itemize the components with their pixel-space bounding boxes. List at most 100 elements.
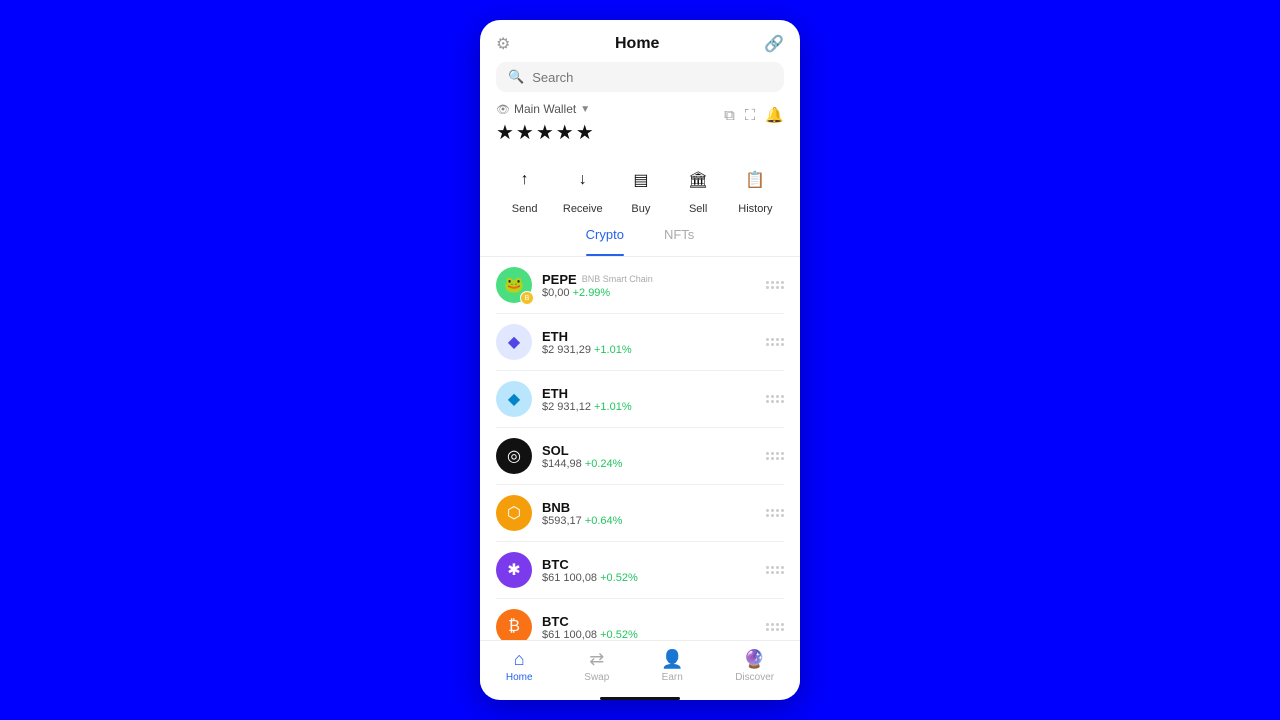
home-icon: ⌂ [514, 649, 525, 670]
dot [766, 343, 769, 346]
history-button[interactable]: 📋 History [736, 161, 774, 215]
crypto-info: BTC $61 100,08 +0.52% [542, 557, 638, 584]
crypto-menu[interactable] [766, 623, 784, 631]
list-item[interactable]: ₿ BTC $61 100,08 +0.52% [496, 599, 784, 640]
crypto-chain: BNB Smart Chain [582, 274, 653, 284]
crypto-change: +0.52% [600, 629, 638, 641]
crypto-price: $0,00 [542, 287, 570, 299]
crypto-symbol-icon: ◆ [508, 332, 520, 352]
dot [766, 514, 769, 517]
dot [776, 566, 779, 569]
dot [766, 286, 769, 289]
nav-earn[interactable]: 👤 Earn [661, 649, 683, 683]
buy-button[interactable]: ▤ Buy [622, 161, 660, 215]
crypto-price: $144,98 [542, 458, 582, 470]
dot [771, 400, 774, 403]
dot [766, 509, 769, 512]
dot [776, 400, 779, 403]
crypto-price-row: $61 100,08 +0.52% [542, 572, 638, 584]
dot [771, 343, 774, 346]
crypto-name-row: PEPE BNB Smart Chain [542, 272, 653, 287]
nav-discover[interactable]: 🔮 Discover [735, 649, 774, 683]
expand-icon[interactable]: ⛶ [745, 107, 756, 124]
crypto-change: +0.52% [600, 572, 638, 584]
search-bar[interactable]: 🔍 [496, 62, 784, 92]
wallet-label[interactable]: 👁 Main Wallet ▼ [496, 102, 596, 116]
history-icon: 📋 [736, 161, 774, 199]
history-label: History [738, 203, 772, 215]
dot [781, 457, 784, 460]
crypto-name-row: SOL [542, 443, 622, 458]
nav-swap-label: Swap [584, 672, 609, 683]
sell-button[interactable]: 🏛 Sell [679, 161, 717, 215]
sell-icon: 🏛 [679, 161, 717, 199]
dots-row-1 [766, 452, 784, 455]
receive-button[interactable]: ↓ Receive [563, 161, 603, 215]
crypto-name: BTC [542, 614, 569, 629]
crypto-price-row: $61 100,08 +0.52% [542, 629, 638, 641]
dot [781, 400, 784, 403]
list-item[interactable]: 🐸 B PEPE BNB Smart Chain $0,00 +2.99% [496, 257, 784, 314]
crypto-left: ◎ SOL $144,98 +0.24% [496, 438, 622, 474]
bell-icon[interactable]: 🔔 [765, 106, 784, 124]
crypto-menu[interactable] [766, 566, 784, 574]
dots-row-2 [766, 514, 784, 517]
dot [781, 338, 784, 341]
dot [771, 566, 774, 569]
list-item[interactable]: ◆ ETH $2 931,12 +1.01% [496, 371, 784, 428]
list-item[interactable]: ◎ SOL $144,98 +0.24% [496, 428, 784, 485]
crypto-menu[interactable] [766, 395, 784, 403]
list-item[interactable]: ✱ BTC $61 100,08 +0.52% [496, 542, 784, 599]
tab-crypto[interactable]: Crypto [586, 227, 624, 248]
crypto-change: +0.24% [585, 458, 623, 470]
nav-home[interactable]: ⌂ Home [506, 649, 533, 683]
crypto-menu[interactable] [766, 281, 784, 289]
dot [771, 395, 774, 398]
dot [771, 338, 774, 341]
dot [766, 623, 769, 626]
crypto-price-row: $0,00 +2.99% [542, 287, 653, 299]
crypto-avatar: ◎ [496, 438, 532, 474]
crypto-price-row: $2 931,12 +1.01% [542, 401, 632, 413]
copy-icon[interactable]: ⧉ [724, 107, 735, 124]
dots-row-2 [766, 286, 784, 289]
crypto-avatar: ₿ [496, 609, 532, 640]
dot [776, 343, 779, 346]
dot [781, 343, 784, 346]
dot [766, 338, 769, 341]
crypto-info: ETH $2 931,12 +1.01% [542, 386, 632, 413]
tab-nfts[interactable]: NFTs [664, 227, 694, 248]
nav-swap[interactable]: ⇄ Swap [584, 649, 609, 683]
home-indicator [600, 697, 680, 700]
crypto-left: ✱ BTC $61 100,08 +0.52% [496, 552, 638, 588]
discover-icon: 🔮 [743, 649, 765, 670]
crypto-left: ◆ ETH $2 931,12 +1.01% [496, 381, 632, 417]
crypto-menu[interactable] [766, 338, 784, 346]
dots-row-1 [766, 281, 784, 284]
profile-icon[interactable]: 🔗 [764, 34, 784, 54]
crypto-change: +1.01% [594, 344, 632, 356]
dot [781, 623, 784, 626]
dot [771, 509, 774, 512]
crypto-name: ETH [542, 386, 568, 401]
send-button[interactable]: ↑ Send [506, 161, 544, 215]
dot [781, 509, 784, 512]
crypto-price: $2 931,29 [542, 344, 591, 356]
list-item[interactable]: ◆ ETH $2 931,29 +1.01% [496, 314, 784, 371]
settings-icon[interactable]: ⚙ [496, 34, 510, 54]
wallet-name: Main Wallet [514, 102, 576, 116]
crypto-name: PEPE [542, 272, 577, 287]
dot [776, 395, 779, 398]
search-icon: 🔍 [508, 69, 524, 85]
asset-tabs: Crypto NFTs [480, 227, 800, 257]
swap-icon: ⇄ [589, 649, 604, 670]
buy-label: Buy [631, 203, 650, 215]
search-input[interactable] [532, 70, 772, 85]
earn-icon: 👤 [661, 649, 683, 670]
list-item[interactable]: ⬡ BNB $593,17 +0.64% [496, 485, 784, 542]
crypto-info: ETH $2 931,29 +1.01% [542, 329, 632, 356]
crypto-menu[interactable] [766, 509, 784, 517]
dot [781, 628, 784, 631]
dot [776, 338, 779, 341]
crypto-menu[interactable] [766, 452, 784, 460]
